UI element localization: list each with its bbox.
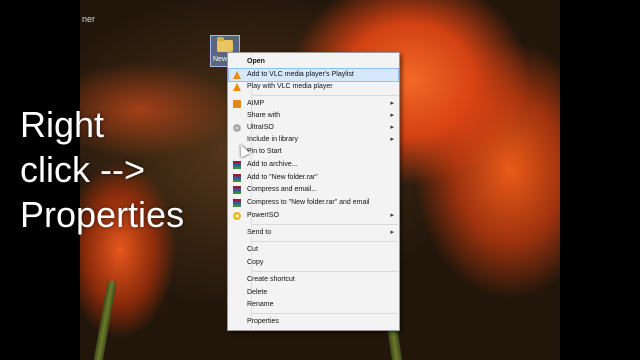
menu-item-add-to-archive[interactable]: Add to archive... [229,159,398,171]
tutorial-overlay-text: Right click --> Properties [20,102,184,237]
menu-item-ultraiso[interactable]: UltraISO ▸ [229,122,398,134]
menu-item-label: Cut [247,246,258,253]
desktop-corner-text: ner [82,14,96,24]
aimp-icon [233,100,241,108]
menu-item-label: Rename [247,301,274,308]
submenu-arrow-icon: ▸ [390,124,394,131]
menu-item-label: Play with VLC media player [247,83,333,90]
menu-item-label: Add to VLC media player's Playlist [247,71,354,78]
menu-item-create-shortcut[interactable]: Create shortcut [229,274,398,286]
menu-item-add-to-new-folder-rar[interactable]: Add to "New folder.rar" [229,172,398,184]
menu-item-label: Send to [247,229,272,236]
submenu-arrow-icon: ▸ [390,136,394,143]
winrar-icon [233,199,241,207]
menu-item-label: Copy [247,259,264,266]
winrar-icon [233,174,241,182]
menu-separator [252,224,398,225]
menu-item-cut[interactable]: Cut [229,244,398,256]
menu-item-compress-to-rar-and-email[interactable]: Compress to "New folder.rar" and email [229,197,398,209]
folder-icon [217,37,233,52]
vlc-icon [233,83,241,91]
poweriso-icon [233,212,241,220]
menu-item-properties[interactable]: Properties [229,316,398,328]
overlay-line-1: Right [20,104,105,145]
menu-item-label: Delete [247,289,268,296]
menu-item-label: Add to "New folder.rar" [247,174,318,181]
menu-separator [252,271,398,272]
menu-item-label: AIMP [247,100,265,107]
desktop-icon-label: New [213,56,228,63]
submenu-arrow-icon: ▸ [390,212,394,219]
menu-item-add-to-vlc-playlist[interactable]: Add to VLC media player's Playlist [228,68,399,82]
menu-item-open[interactable]: Open [229,56,398,68]
letterbox-right [560,0,640,360]
overlay-line-2: click --> [20,149,145,190]
menu-item-label: Create shortcut [247,276,295,283]
menu-item-label: PowerISO [247,212,279,219]
menu-item-delete[interactable]: Delete [229,287,398,299]
ultraiso-icon [233,124,241,132]
submenu-arrow-icon: ▸ [390,100,394,107]
menu-item-compress-and-email[interactable]: Compress and email... [229,184,398,196]
context-menu: Open Add to VLC media player's Playlist … [227,52,400,331]
menu-item-label: Include in library [247,136,298,143]
menu-item-label: Properties [247,318,279,325]
menu-item-rename[interactable]: Rename [229,299,398,311]
menu-item-label: Add to archive... [247,161,298,168]
vlc-icon [233,71,241,79]
submenu-arrow-icon: ▸ [390,112,394,119]
menu-item-label: UltraISO [247,124,274,131]
menu-item-label: Share with [247,112,281,119]
menu-item-label: Compress and email... [247,186,318,193]
winrar-icon [233,186,241,194]
menu-item-aimp[interactable]: AIMP ▸ [229,98,398,110]
menu-separator [252,241,398,242]
menu-item-share-with[interactable]: Share with ▸ [229,110,398,122]
menu-item-poweriso[interactable]: PowerISO ▸ [229,210,398,222]
menu-item-copy[interactable]: Copy [229,257,398,269]
menu-item-send-to[interactable]: Send to ▸ [229,227,398,239]
overlay-line-3: Properties [20,194,185,235]
menu-item-label: Open [247,58,265,65]
winrar-icon [233,161,241,169]
menu-item-play-with-vlc[interactable]: Play with VLC media player [229,81,398,93]
menu-item-label: Pin to Start [247,148,282,155]
menu-separator [252,95,398,96]
menu-separator [252,313,398,314]
menu-item-label: Compress to "New folder.rar" and email [247,199,370,206]
menu-item-pin-to-start[interactable]: Pin to Start [229,146,398,158]
tulip-stem [92,279,117,360]
submenu-arrow-icon: ▸ [390,229,394,236]
menu-item-include-in-library[interactable]: Include in library ▸ [229,134,398,146]
